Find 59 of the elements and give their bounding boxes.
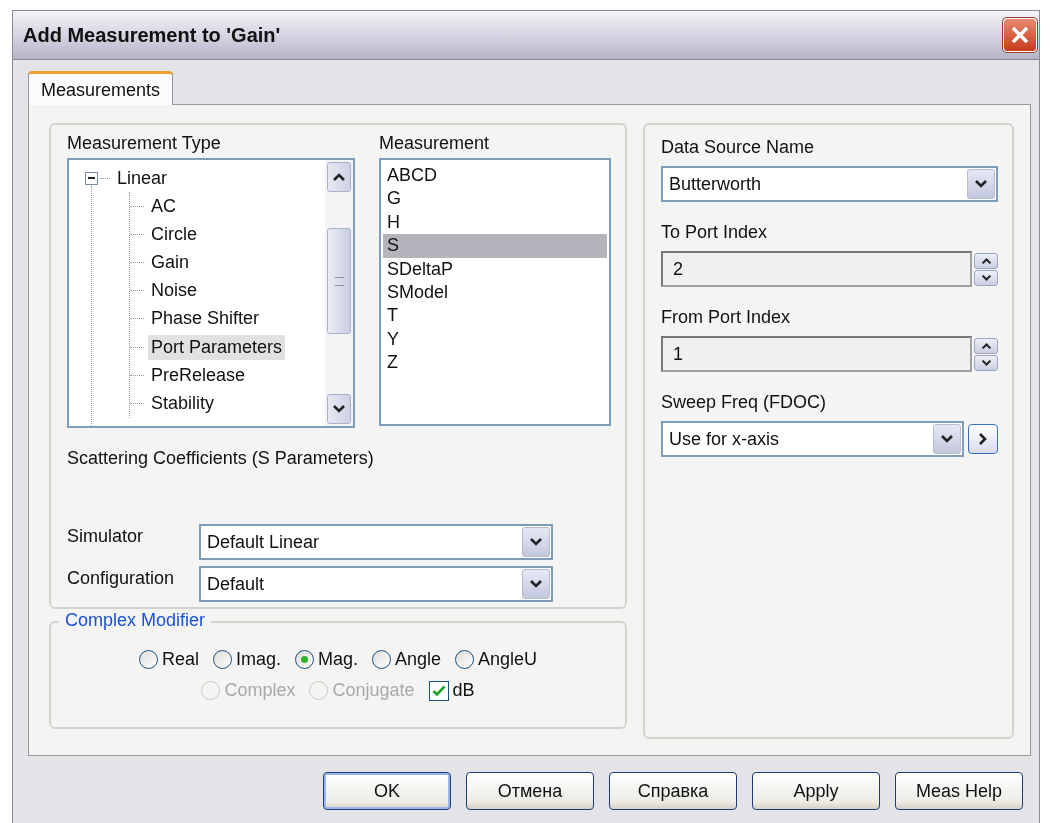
tree-item[interactable]: Stability: [148, 390, 218, 416]
spin-up-icon[interactable]: [974, 337, 998, 354]
radio-button[interactable]: Real: [138, 649, 199, 670]
field-label: Sweep Freq (FDOC): [661, 392, 828, 413]
list-item[interactable]: G: [383, 187, 607, 211]
list-item[interactable]: T: [383, 304, 607, 328]
field-label: Simulator: [67, 525, 145, 548]
dropdown[interactable]: Default: [199, 566, 553, 602]
radio-button[interactable]: Imag.: [212, 649, 281, 670]
scrollbar[interactable]: [325, 160, 353, 426]
dialog-button[interactable]: Apply: [752, 772, 880, 810]
collapse-icon[interactable]: [85, 171, 98, 185]
field-label: Data Source Name: [661, 137, 816, 158]
dropdown[interactable]: Butterworth: [661, 166, 998, 202]
tree-item[interactable]: Linear: [114, 165, 171, 191]
list-item[interactable]: SDeltaP: [383, 257, 607, 281]
scroll-thumb[interactable]: [327, 228, 351, 334]
scroll-up-icon[interactable]: [327, 162, 351, 192]
scroll-down-icon[interactable]: [327, 394, 351, 424]
field-label: Configuration: [67, 567, 176, 590]
tab[interactable]: Measurements: [28, 71, 174, 105]
list-item[interactable]: Z: [383, 351, 607, 375]
list-item[interactable]: S: [383, 234, 607, 258]
number-field[interactable]: 1: [661, 336, 972, 372]
radio-button[interactable]: AngleU: [455, 649, 538, 670]
list-item[interactable]: SModel: [383, 280, 607, 305]
list-label: Measurement Type: [67, 133, 222, 154]
radio-button[interactable]: Mag.: [294, 649, 358, 670]
radio-button[interactable]: Angle: [372, 649, 442, 670]
tree-item[interactable]: PreRelease: [148, 362, 249, 388]
list-item[interactable]: H: [383, 210, 607, 235]
window-title: Add Measurement to 'Gain': [23, 23, 281, 47]
tree-item[interactable]: Phase Shifter: [148, 306, 263, 332]
chevron-right-icon[interactable]: [968, 424, 998, 454]
spin-down-icon[interactable]: [974, 354, 998, 371]
number-field[interactable]: 2: [661, 251, 972, 287]
list-label: Measurement: [379, 133, 491, 154]
spin-down-icon[interactable]: [974, 269, 998, 286]
dialog-button[interactable]: Отмена: [466, 772, 594, 810]
field-label: To Port Index: [661, 222, 769, 243]
dropdown[interactable]: Default Linear: [199, 524, 553, 560]
dialog-button[interactable]: Meas Help: [895, 772, 1023, 810]
dialog-button[interactable]: OK: [323, 772, 451, 810]
checkbox[interactable]: dB: [428, 680, 475, 701]
tree-item[interactable]: Circle: [148, 221, 200, 247]
spin-up-icon[interactable]: [974, 252, 998, 269]
tree-item[interactable]: AC: [148, 193, 179, 219]
close-icon[interactable]: [1003, 18, 1037, 52]
tree-item[interactable]: Gain: [148, 249, 193, 275]
tree-item[interactable]: Noise: [148, 278, 201, 304]
description-text: Scattering Coefficients (S Parameters): [67, 448, 375, 470]
group-title: Complex Modifier: [59, 610, 212, 631]
list-item[interactable]: Y: [383, 327, 607, 352]
list-item[interactable]: ABCD: [383, 164, 607, 188]
field-label: From Port Index: [661, 307, 792, 328]
tree-item[interactable]: Port Parameters: [148, 334, 286, 360]
dropdown[interactable]: Use for x-axis: [661, 421, 964, 457]
checkbox-icon[interactable]: [428, 680, 449, 701]
dialog-button[interactable]: Справка: [609, 772, 737, 810]
